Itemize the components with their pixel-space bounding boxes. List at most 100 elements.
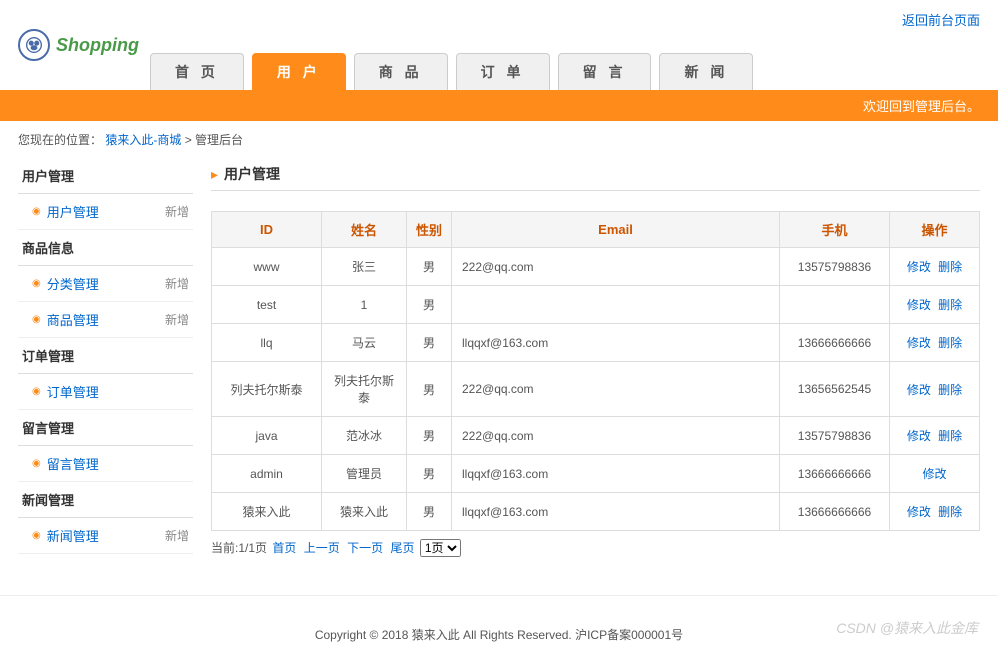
sidebar: 用户管理◉用户管理新增商品信息◉分类管理新增◉商品管理新增订单管理◉订单管理留言… — [18, 158, 193, 565]
cell-gender: 男 — [407, 324, 452, 362]
bullet-icon: ◉ — [32, 278, 41, 289]
cell-name: 张三 — [322, 248, 407, 286]
page-select[interactable]: 1页 — [420, 539, 461, 557]
cell-gender: 男 — [407, 286, 452, 324]
edit-link[interactable]: 修改 — [907, 505, 931, 519]
side-add[interactable]: 新增 — [165, 203, 189, 220]
delete-link[interactable]: 删除 — [938, 505, 962, 519]
breadcrumb: 您现在的位置： 猿来入此-商城 > 管理后台 — [0, 121, 998, 158]
side-item-4-0: ◉ 新闻管理 新增 — [18, 518, 193, 554]
cell-phone: 13666666666 — [780, 493, 890, 531]
cell-ops: 修改 删除 — [890, 248, 980, 286]
cell-email: 222@qq.com — [452, 362, 780, 417]
side-group-0: 用户管理 — [18, 158, 193, 194]
nav-tab-4[interactable]: 留 言 — [558, 53, 652, 90]
edit-link[interactable]: 修改 — [907, 298, 931, 312]
delete-link[interactable]: 删除 — [938, 429, 962, 443]
cell-ops: 修改 删除 — [890, 417, 980, 455]
page-first[interactable]: 首页 — [272, 541, 296, 555]
nav-wrapper: 首 页用 户商 品订 单留 言新 闻 欢迎回到管理后台。 — [0, 53, 998, 121]
cell-phone: 13656562545 — [780, 362, 890, 417]
side-link[interactable]: 用户管理 — [47, 202, 99, 221]
cell-phone: 13666666666 — [780, 455, 890, 493]
cell-phone — [780, 286, 890, 324]
delete-link[interactable]: 删除 — [938, 336, 962, 350]
cell-gender: 男 — [407, 248, 452, 286]
cell-ops: 修改 删除 — [890, 362, 980, 417]
col-header-4: 手机 — [780, 212, 890, 248]
side-add[interactable]: 新增 — [165, 311, 189, 328]
nav-tab-3[interactable]: 订 单 — [456, 53, 550, 90]
side-group-4: 新闻管理 — [18, 482, 193, 518]
side-add[interactable]: 新增 — [165, 527, 189, 544]
edit-link[interactable]: 修改 — [907, 429, 931, 443]
pagination: 当前:1/1页 首页 上一页 下一页 尾页 1页 — [211, 531, 980, 565]
side-group-2: 订单管理 — [18, 338, 193, 374]
edit-link[interactable]: 修改 — [907, 336, 931, 350]
cell-name: 猿来入此 — [322, 493, 407, 531]
main-content: ▸ 用户管理 ID姓名性别Email手机操作 www张三男222@qq.com1… — [211, 158, 980, 565]
table-row: 列夫托尔斯泰列夫托尔斯泰男222@qq.com13656562545修改 删除 — [212, 362, 980, 417]
cell-email: 222@qq.com — [452, 248, 780, 286]
cell-id: 猿来入此 — [212, 493, 322, 531]
side-item-0-0: ◉ 用户管理 新增 — [18, 194, 193, 230]
page-last[interactable]: 尾页 — [390, 541, 414, 555]
cell-gender: 男 — [407, 417, 452, 455]
page-next[interactable]: 下一页 — [347, 541, 383, 555]
page-prev[interactable]: 上一页 — [304, 541, 340, 555]
side-link[interactable]: 订单管理 — [47, 382, 99, 401]
side-link[interactable]: 新闻管理 — [47, 526, 99, 545]
col-header-5: 操作 — [890, 212, 980, 248]
cell-ops: 修改 删除 — [890, 493, 980, 531]
breadcrumb-prefix: 您现在的位置： — [18, 133, 102, 147]
side-group-1: 商品信息 — [18, 230, 193, 266]
cell-id: test — [212, 286, 322, 324]
table-row: admin管理员男llqqxf@163.com13666666666修改 — [212, 455, 980, 493]
cell-ops: 修改 — [890, 455, 980, 493]
table-row: www张三男222@qq.com13575798836修改 删除 — [212, 248, 980, 286]
side-add[interactable]: 新增 — [165, 275, 189, 292]
breadcrumb-link[interactable]: 猿来入此-商城 — [105, 133, 181, 147]
table-row: java范冰冰男222@qq.com13575798836修改 删除 — [212, 417, 980, 455]
delete-link[interactable]: 删除 — [938, 260, 962, 274]
cell-email — [452, 286, 780, 324]
cell-gender: 男 — [407, 362, 452, 417]
return-frontend-link[interactable]: 返回前台页面 — [0, 0, 998, 29]
cell-id: www — [212, 248, 322, 286]
breadcrumb-sep: > — [185, 133, 195, 147]
edit-link[interactable]: 修改 — [922, 467, 946, 481]
cell-phone: 13666666666 — [780, 324, 890, 362]
cell-ops: 修改 删除 — [890, 286, 980, 324]
cell-email: llqqxf@163.com — [452, 493, 780, 531]
bullet-icon: ◉ — [32, 386, 41, 397]
edit-link[interactable]: 修改 — [907, 383, 931, 397]
cell-name: 列夫托尔斯泰 — [322, 362, 407, 417]
bullet-icon: ◉ — [32, 530, 41, 541]
cell-name: 范冰冰 — [322, 417, 407, 455]
table-row: llq马云男llqqxf@163.com13666666666修改 删除 — [212, 324, 980, 362]
nav-tab-2[interactable]: 商 品 — [354, 53, 448, 90]
table-row: test1男修改 删除 — [212, 286, 980, 324]
delete-link[interactable]: 删除 — [938, 298, 962, 312]
arrow-icon: ▸ — [211, 166, 218, 183]
nav-tab-5[interactable]: 新 闻 — [659, 53, 753, 90]
cell-email: llqqxf@163.com — [452, 324, 780, 362]
nav-tab-1[interactable]: 用 户 — [252, 53, 346, 90]
edit-link[interactable]: 修改 — [907, 260, 931, 274]
bullet-icon: ◉ — [32, 206, 41, 217]
nav-tab-0[interactable]: 首 页 — [150, 53, 244, 90]
table-row: 猿来入此猿来入此男llqqxf@163.com13666666666修改 删除 — [212, 493, 980, 531]
breadcrumb-current: 管理后台 — [195, 133, 243, 147]
col-header-2: 性别 — [407, 212, 452, 248]
footer-text: Copyright © 2018 猿来入此 All Rights Reserve… — [315, 628, 683, 642]
page-title: ▸ 用户管理 — [211, 158, 980, 191]
cell-id: admin — [212, 455, 322, 493]
side-link[interactable]: 商品管理 — [47, 310, 99, 329]
side-link[interactable]: 分类管理 — [47, 274, 99, 293]
cell-name: 管理员 — [322, 455, 407, 493]
col-header-3: Email — [452, 212, 780, 248]
side-group-3: 留言管理 — [18, 410, 193, 446]
welcome-bar: 欢迎回到管理后台。 — [0, 90, 998, 121]
delete-link[interactable]: 删除 — [938, 383, 962, 397]
side-link[interactable]: 留言管理 — [47, 454, 99, 473]
